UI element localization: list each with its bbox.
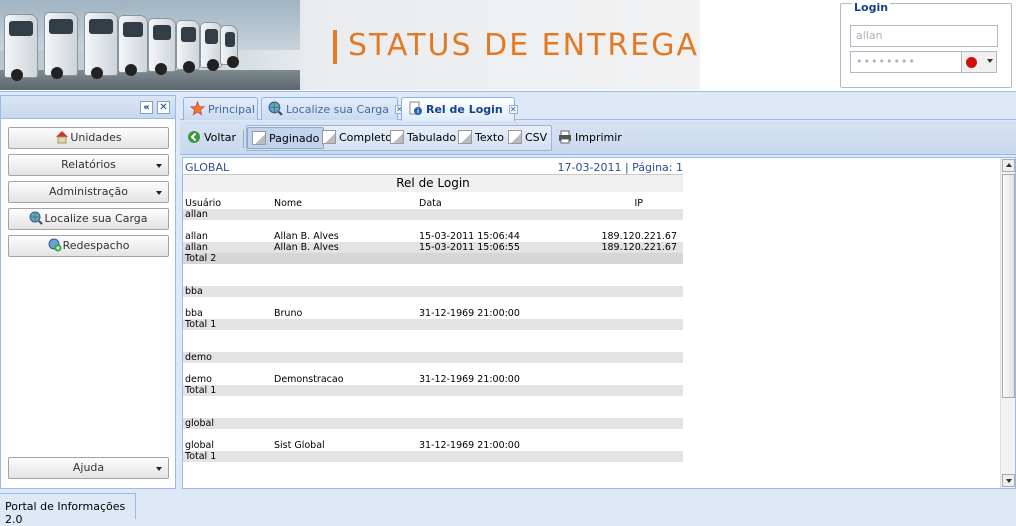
app-title: STATUS DE ENTREGA [348,28,699,63]
app-header: STATUS DE ENTREGA Login allan •••••••• [0,0,1016,92]
back-button[interactable]: Voltar [183,127,240,149]
login-legend: Login [852,1,891,14]
globe-search-icon [268,101,283,116]
collapse-icon[interactable]: « [140,101,153,114]
table-row: allan Allan B. Alves 15-03-2011 15:06:55… [183,242,683,253]
scroll-thumb[interactable] [1002,174,1015,398]
administration-menu-button[interactable]: Administração [8,181,169,203]
title-accent-bar [333,30,337,64]
company-name: GLOBAL [185,161,230,174]
complete-button[interactable]: Completo [318,127,396,149]
login-action-select[interactable] [961,51,997,73]
truck-image [200,22,222,71]
truck-image [118,15,148,76]
group-total-row: Total 1 [183,451,683,462]
tab-strip: Principal Localize sua Carga ✕ Rel de Log… [180,95,1016,121]
globe-add-icon [48,238,62,252]
units-button[interactable]: Unidades [8,127,169,149]
truck-image [176,20,200,73]
close-tab-icon[interactable]: ✕ [508,105,518,114]
report-viewer: GLOBAL 17-03-2011 | Página: 1 Rel de Log… [182,157,1016,489]
chevron-down-icon [987,59,993,63]
redispatch-label: Redespacho [62,239,130,252]
document-icon [458,130,472,144]
help-label: Ajuda [72,461,105,474]
status-bar: Portal de Informações 2.0 [0,493,136,526]
tab-localize-sua-carga[interactable]: Localize sua Carga ✕ [261,97,405,120]
scroll-down-icon[interactable] [1002,474,1015,487]
back-arrow-icon [187,130,201,144]
document-info-icon [408,101,423,116]
truck-image [44,12,78,79]
username-input[interactable]: allan [850,25,998,47]
group-total-row: Total 1 [183,319,683,330]
group-header-row: demo [183,352,683,363]
column-header-row: Usuário Nome Data IP [183,198,683,209]
chevron-down-icon [156,191,162,195]
document-icon [252,131,266,145]
print-button[interactable]: Imprimir [554,127,626,149]
reports-menu-button[interactable]: Relatórios [8,154,169,176]
tabbed-button[interactable]: Tabulado [386,127,460,149]
column-header: Nome [274,198,303,209]
close-icon[interactable]: ✕ [157,101,170,114]
report-header: GLOBAL 17-03-2011 | Página: 1 [183,160,683,175]
text-button[interactable]: Texto [454,127,508,149]
vertical-scrollbar[interactable] [1000,158,1015,488]
red-circle-icon [966,57,977,68]
group-header-row: allan [183,209,683,220]
document-icon [508,130,522,144]
redispatch-button[interactable]: Redespacho [8,235,169,257]
truck-image [148,18,176,75]
scroll-up-icon[interactable] [1002,159,1015,172]
chevron-down-icon [156,467,162,471]
main-content-area: Principal Localize sua Carga ✕ Rel de Log… [180,95,1016,489]
administration-label: Administração [49,185,128,198]
home-icon [55,130,69,144]
west-panel-header: « ✕ [1,96,175,119]
track-cargo-label: Localize sua Carga [44,212,148,225]
truck-image [84,12,118,79]
printer-icon [558,130,572,144]
tab-rel-de-login[interactable]: Rel de Login ✕ [401,97,518,121]
star-icon [189,100,206,116]
table-row: global Sist Global 31-12-1969 21:00:00 [185,440,520,451]
chevron-down-icon [156,164,162,168]
column-header: Usuário [185,198,222,209]
column-header: Data [419,198,442,209]
csv-button[interactable]: CSV [504,127,551,149]
report-toolbar: Voltar Paginado Completo Tabulado Texto … [180,121,1016,155]
password-input[interactable]: •••••••• [850,51,962,73]
table-row: bba Bruno 31-12-1969 21:00:00 [185,308,520,319]
truck-image [4,14,38,81]
report-title: Rel de Login [183,175,683,192]
help-menu-button[interactable]: Ajuda [8,457,169,479]
group-header-row: bba [183,286,683,297]
units-label: Unidades [70,131,122,144]
group-header-row: global [183,418,683,429]
paged-button[interactable]: Paginado [247,127,325,149]
tab-principal[interactable]: Principal [183,97,258,120]
report-date-page: 17-03-2011 | Página: 1 [557,161,683,174]
reports-label: Relatórios [61,158,116,171]
report-page: GLOBAL 17-03-2011 | Página: 1 Rel de Log… [183,160,683,462]
track-cargo-button[interactable]: Localize sua Carga [8,208,169,230]
column-header: IP [634,198,643,209]
group-total-row: Total 2 [183,253,683,264]
table-row: allan Allan B. Alves 15-03-2011 15:06:44… [185,231,677,242]
document-icon [322,130,336,144]
west-panel: « ✕ Unidades Relatórios Administração Lo… [0,95,176,489]
document-icon [390,130,404,144]
truck-image [220,25,239,68]
globe-search-icon [29,211,44,225]
group-total-row: Total 1 [183,385,683,396]
table-row: demo Demonstracao 31-12-1969 21:00:00 [185,374,520,385]
